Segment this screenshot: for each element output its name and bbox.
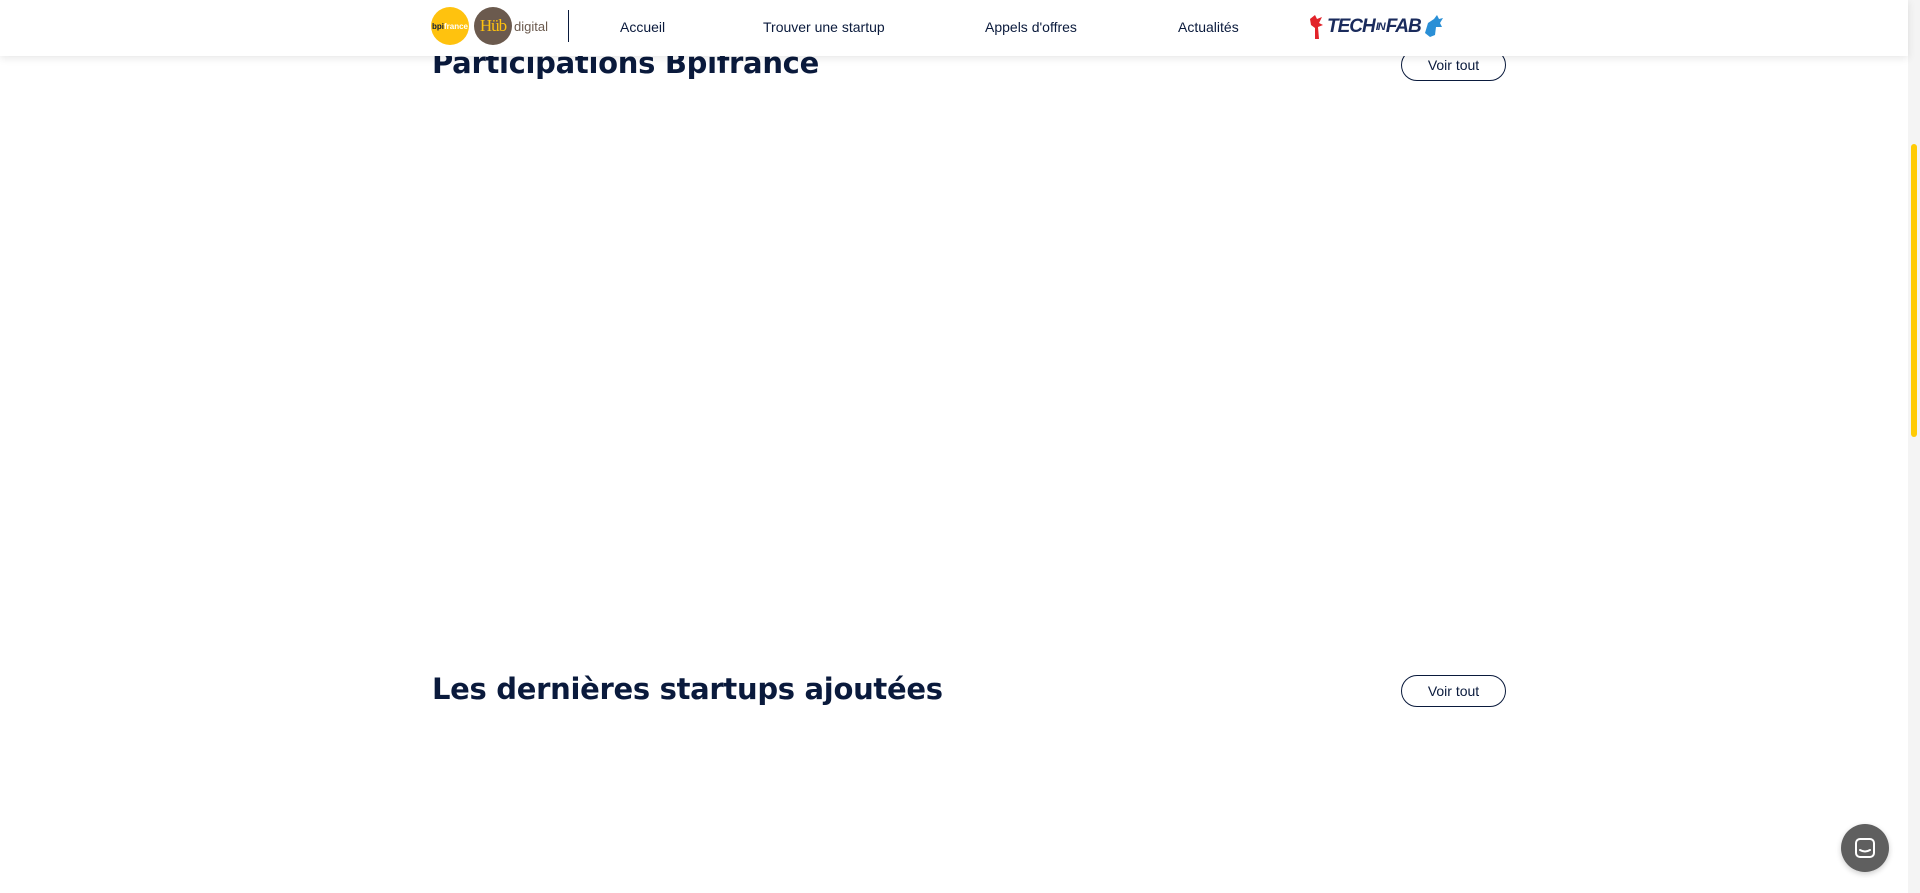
nav-item-trouver-startup[interactable]: Trouver une startup — [763, 19, 885, 35]
red-rooster-icon — [1310, 15, 1323, 39]
bpifrance-logo[interactable]: bpi france — [431, 7, 469, 45]
brand-logos[interactable]: bpi france Hüb digital — [431, 5, 569, 47]
chat-launcher-button[interactable] — [1841, 824, 1889, 872]
logo-divider — [567, 10, 569, 42]
nav-item-appels-offres[interactable]: Appels d'offres — [985, 19, 1077, 35]
voir-tout-startups-button[interactable]: Voir tout — [1401, 675, 1506, 707]
nav-item-actualites[interactable]: Actualités — [1178, 19, 1239, 35]
blue-rooster-icon — [1424, 15, 1443, 37]
hub-logo-circle: Hüb — [474, 7, 512, 45]
nav-item-accueil[interactable]: Accueil — [620, 19, 665, 35]
page-scrollbar[interactable] — [1908, 0, 1920, 893]
chat-bubble-icon — [1855, 838, 1875, 858]
hub-digital-logo[interactable]: Hüb digital — [474, 7, 548, 45]
techinfab-logo[interactable]: TECH IN FAB — [1308, 12, 1444, 42]
site-header: bpi france Hüb digital Accueil Trouver un… — [0, 0, 1908, 56]
techinfab-fab: FAB — [1385, 16, 1422, 37]
section-title-dernieres-startups: Les dernières startups ajoutées — [432, 672, 943, 706]
hub-logo-digital: digital — [514, 18, 548, 34]
page: bpi france Hüb digital Accueil Trouver un… — [0, 0, 1920, 893]
techinfab-in: IN — [1375, 21, 1386, 33]
techinfab-tech: TECH — [1327, 16, 1376, 37]
scrollbar-thumb[interactable] — [1911, 144, 1917, 437]
